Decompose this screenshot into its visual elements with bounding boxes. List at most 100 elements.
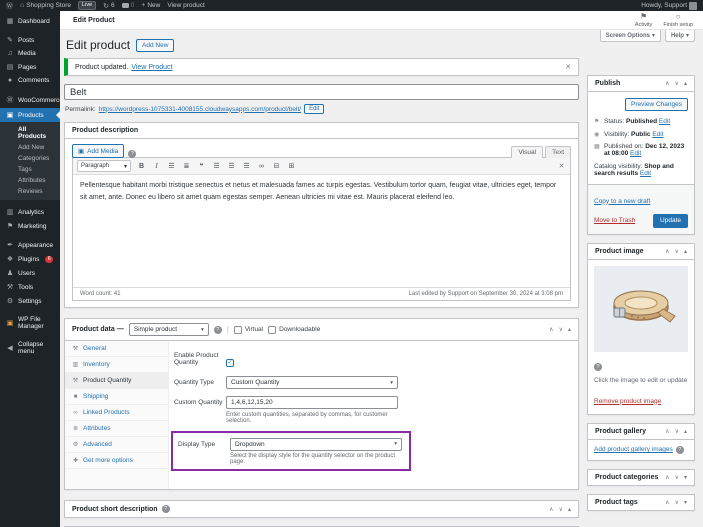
copy-to-draft-link[interactable]: Copy to a new draft — [594, 198, 650, 205]
sidebar-item-wp-file-manager[interactable]: ▣ WP File Manager — [0, 313, 60, 333]
tab-linked-products[interactable]: ∞ Linked Products — [65, 405, 168, 421]
italic-button[interactable]: I — [152, 162, 161, 170]
order-down-icon[interactable]: ∨ — [675, 80, 679, 87]
activity-button[interactable]: ⚑ Activity — [635, 12, 652, 28]
sidebar-item-tools[interactable]: ⚒ Tools — [0, 280, 60, 294]
edit-status-link[interactable]: Edit — [659, 118, 670, 125]
order-up-icon[interactable]: ∧ — [549, 326, 553, 333]
tab-product-quantity[interactable]: ⚒ Product Quantity — [65, 373, 168, 389]
sidebar-item-woocommerce[interactable]: Ⓦ WooCommerce — [0, 92, 60, 108]
sidebar-item-plugins[interactable]: ❖ Plugins 6 — [0, 252, 60, 266]
submenu-categories[interactable]: Categories — [0, 153, 60, 164]
submenu-all-products[interactable]: All Products — [0, 124, 60, 142]
sidebar-item-comments[interactable]: ● Comments — [0, 74, 60, 87]
custom-quantity-input[interactable] — [226, 396, 398, 409]
description-content[interactable]: Pellentesque habitant morbi tristique se… — [73, 175, 570, 287]
virtual-checkbox[interactable] — [234, 326, 242, 334]
order-down-icon[interactable]: ∨ — [675, 499, 679, 506]
quantity-type-select[interactable]: Custom Quantity ▾ — [226, 376, 398, 389]
add-media-button[interactable]: ▣ Add Media — [72, 144, 124, 158]
comments-menu[interactable]: 0 — [122, 2, 135, 9]
product-description-header[interactable]: Product description — [65, 123, 578, 139]
edit-catalog-link[interactable]: Edit — [640, 170, 651, 177]
live-badge[interactable]: Live — [78, 1, 96, 10]
order-down-icon[interactable]: ∨ — [559, 326, 563, 333]
toggle-icon[interactable]: ▴ — [684, 248, 687, 255]
tab-inventory[interactable]: ▥ Inventory — [65, 357, 168, 373]
toggle-icon[interactable]: ▾ — [684, 474, 687, 481]
tab-general[interactable]: ⚒ General — [65, 341, 168, 357]
product-categories-header[interactable]: Product categories ∧ ∨ ▾ — [588, 470, 694, 485]
sidebar-item-users[interactable]: ♟ Users — [0, 266, 60, 280]
sidebar-item-products[interactable]: ▣ Products — [0, 108, 60, 122]
submenu-reviews[interactable]: Reviews — [0, 186, 60, 197]
toggle-icon[interactable]: ▴ — [684, 80, 687, 87]
sidebar-item-analytics[interactable]: ▥ Analytics — [0, 205, 60, 219]
wordpress-logo-icon[interactable]: Ⓦ — [6, 1, 13, 11]
display-type-select[interactable]: Dropdown ▾ — [230, 438, 402, 451]
short-description-header[interactable]: Product short description ? ∧ ∨ ▴ — [65, 501, 578, 517]
order-up-icon[interactable]: ∧ — [665, 474, 669, 481]
bulleted-list-icon[interactable]: ☰ — [167, 162, 176, 170]
product-tags-header[interactable]: Product tags ∧ ∨ ▾ — [588, 495, 694, 510]
read-more-icon[interactable]: ⊟ — [272, 162, 281, 170]
visual-tab[interactable]: Visual — [511, 146, 543, 158]
order-up-icon[interactable]: ∧ — [665, 248, 669, 255]
move-to-trash-link[interactable]: Move to Trash — [594, 217, 635, 224]
order-up-icon[interactable]: ∧ — [665, 80, 669, 87]
site-menu[interactable]: ⌂ Shopping Store — [20, 2, 71, 9]
sidebar-item-posts[interactable]: ✎ Posts — [0, 33, 60, 47]
bold-button[interactable]: B — [137, 163, 146, 170]
gallery-tip-icon[interactable]: ? — [676, 446, 684, 454]
howdy-menu[interactable]: Howdy, Support — [641, 2, 697, 10]
fullscreen-icon[interactable]: ✕ — [557, 162, 566, 170]
remove-product-image-link[interactable]: Remove product image — [594, 398, 661, 405]
edit-published-link[interactable]: Edit — [630, 150, 641, 157]
numbered-list-icon[interactable]: ≣ — [182, 162, 191, 170]
short-description-tip-icon[interactable]: ? — [162, 505, 170, 513]
order-down-icon[interactable]: ∨ — [675, 474, 679, 481]
sidebar-item-pages[interactable]: ▤ Pages — [0, 60, 60, 74]
submenu-attributes[interactable]: Attributes — [0, 175, 60, 186]
screen-options-button[interactable]: Screen Options ▾ — [600, 30, 661, 42]
order-down-icon[interactable]: ∨ — [675, 428, 679, 435]
paragraph-select[interactable]: Paragraph ▾ — [77, 160, 131, 172]
order-up-icon[interactable]: ∧ — [665, 428, 669, 435]
sidebar-item-marketing[interactable]: ⚑ Marketing — [0, 219, 60, 233]
view-product-notice-link[interactable]: View Product — [131, 64, 172, 71]
submenu-tags[interactable]: Tags — [0, 164, 60, 175]
finish-setup-button[interactable]: ○ Finish setup — [663, 12, 693, 28]
dismiss-notice-icon[interactable]: ✕ — [565, 63, 571, 71]
text-tab[interactable]: Text — [545, 146, 571, 158]
enable-product-quantity-checkbox[interactable]: ✓ — [226, 359, 234, 367]
add-new-button[interactable]: Add New — [136, 39, 174, 52]
tab-shipping[interactable]: ■ Shipping — [65, 389, 168, 405]
product-image[interactable] — [594, 266, 688, 352]
downloadable-checkbox[interactable] — [268, 326, 276, 334]
permalink-url[interactable]: https://wordpress-1075331-4008155.cloudw… — [99, 106, 301, 113]
sidebar-item-appearance[interactable]: ✒ Appearance — [0, 238, 60, 252]
link-icon[interactable]: ∞ — [257, 163, 266, 170]
product-title-input[interactable] — [64, 84, 579, 100]
align-center-icon[interactable]: ☰ — [227, 162, 236, 170]
updates-menu[interactable]: ↻ 6 — [103, 2, 115, 10]
sidebar-item-dashboard[interactable]: ▦ Dashboard — [0, 14, 60, 28]
product-type-tip-icon[interactable]: ? — [214, 326, 222, 334]
submenu-add-new[interactable]: Add New — [0, 142, 60, 153]
tab-get-more-options[interactable]: ✚ Get more options — [65, 453, 168, 469]
product-type-select[interactable]: Simple product ▾ — [129, 323, 209, 336]
add-gallery-images-link[interactable]: Add product gallery images — [594, 446, 673, 453]
order-down-icon[interactable]: ∨ — [559, 506, 563, 513]
sidebar-item-collapse-menu[interactable]: ◀ Collapse menu — [0, 338, 60, 358]
tab-advanced[interactable]: ⚙ Advanced — [65, 437, 168, 453]
new-menu[interactable]: + New — [141, 2, 160, 9]
product-image-tip-icon[interactable]: ? — [594, 363, 602, 371]
edit-permalink-button[interactable]: Edit — [304, 104, 324, 114]
toggle-icon[interactable]: ▴ — [568, 326, 571, 333]
toolbar-toggle-icon[interactable]: ⊞ — [287, 162, 296, 170]
toggle-icon[interactable]: ▴ — [568, 506, 571, 513]
sidebar-item-settings[interactable]: ⚙ Settings — [0, 294, 60, 308]
order-up-icon[interactable]: ∧ — [665, 499, 669, 506]
preview-changes-button[interactable]: Preview Changes — [625, 98, 688, 111]
edit-visibility-link[interactable]: Edit — [652, 131, 663, 138]
